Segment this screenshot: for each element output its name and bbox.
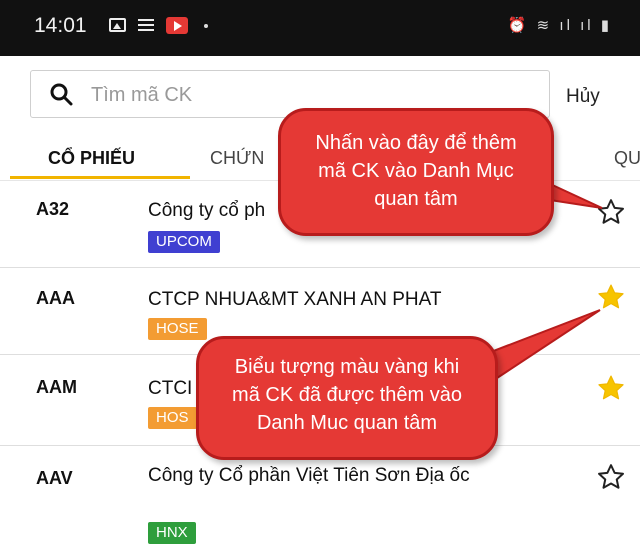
stock-code: A32	[36, 199, 70, 219]
tab-securities[interactable]: CHỨN	[210, 148, 264, 169]
menu-notification-icon	[138, 19, 154, 34]
stock-row-aav[interactable]: AAV Công ty Cổ phần Việt Tiên Sơn Địa ốc…	[0, 446, 640, 550]
gallery-notification-icon	[109, 18, 126, 32]
status-time: 14:01	[34, 14, 87, 37]
cancel-button[interactable]: Hủy	[566, 86, 600, 108]
callout-line: Danh Muc quan tâm	[256, 412, 438, 434]
tab-other[interactable]: QU	[614, 148, 640, 169]
tab-stocks[interactable]: CỔ PHIẾU	[48, 148, 135, 169]
notification-dot-icon	[204, 24, 208, 28]
search-input[interactable]	[89, 79, 533, 111]
search-icon	[50, 83, 73, 106]
active-tab-indicator	[10, 176, 190, 179]
exchange-badge: HOSE	[148, 318, 207, 340]
callout-line: Nhấn vào đây để thêm	[315, 132, 517, 154]
callout-line: quan tâm	[374, 188, 458, 210]
stock-name: CTCP NHUA&MT XANH AN PHAT	[148, 289, 442, 310]
stock-code: AAM	[36, 377, 77, 397]
stock-name: Công ty Cổ phần Việt Tiên Sơn Địa ốc	[148, 465, 470, 486]
star-filled-icon[interactable]	[596, 373, 626, 403]
callout-line: Biểu tượng màu vàng khi	[234, 356, 460, 378]
exchange-badge: HOS	[148, 407, 197, 429]
youtube-notification-icon	[166, 17, 188, 34]
stock-code: AAV	[36, 468, 73, 488]
callout-add-to-watchlist: Nhấn vào đây để thêm mã CK vào Danh Mục …	[278, 108, 554, 236]
stock-code: AAA	[36, 288, 75, 308]
star-outline-icon[interactable]	[596, 462, 626, 492]
callout-line: mã CK vào Danh Mục	[318, 160, 514, 182]
star-outline-icon[interactable]	[596, 197, 626, 227]
exchange-badge: HNX	[148, 522, 196, 544]
callout-added-to-watchlist: Biểu tượng màu vàng khi mã CK đã được th…	[196, 336, 498, 460]
callout-line: mã CK đã được thêm vào	[232, 384, 462, 406]
status-indicators-icon: ⏰ ≋ ıl ıl ▮	[507, 17, 612, 34]
star-filled-icon[interactable]	[596, 282, 626, 312]
status-bar: 14:01 ⏰ ≋ ıl ıl ▮	[0, 0, 640, 56]
exchange-badge: UPCOM	[148, 231, 220, 253]
